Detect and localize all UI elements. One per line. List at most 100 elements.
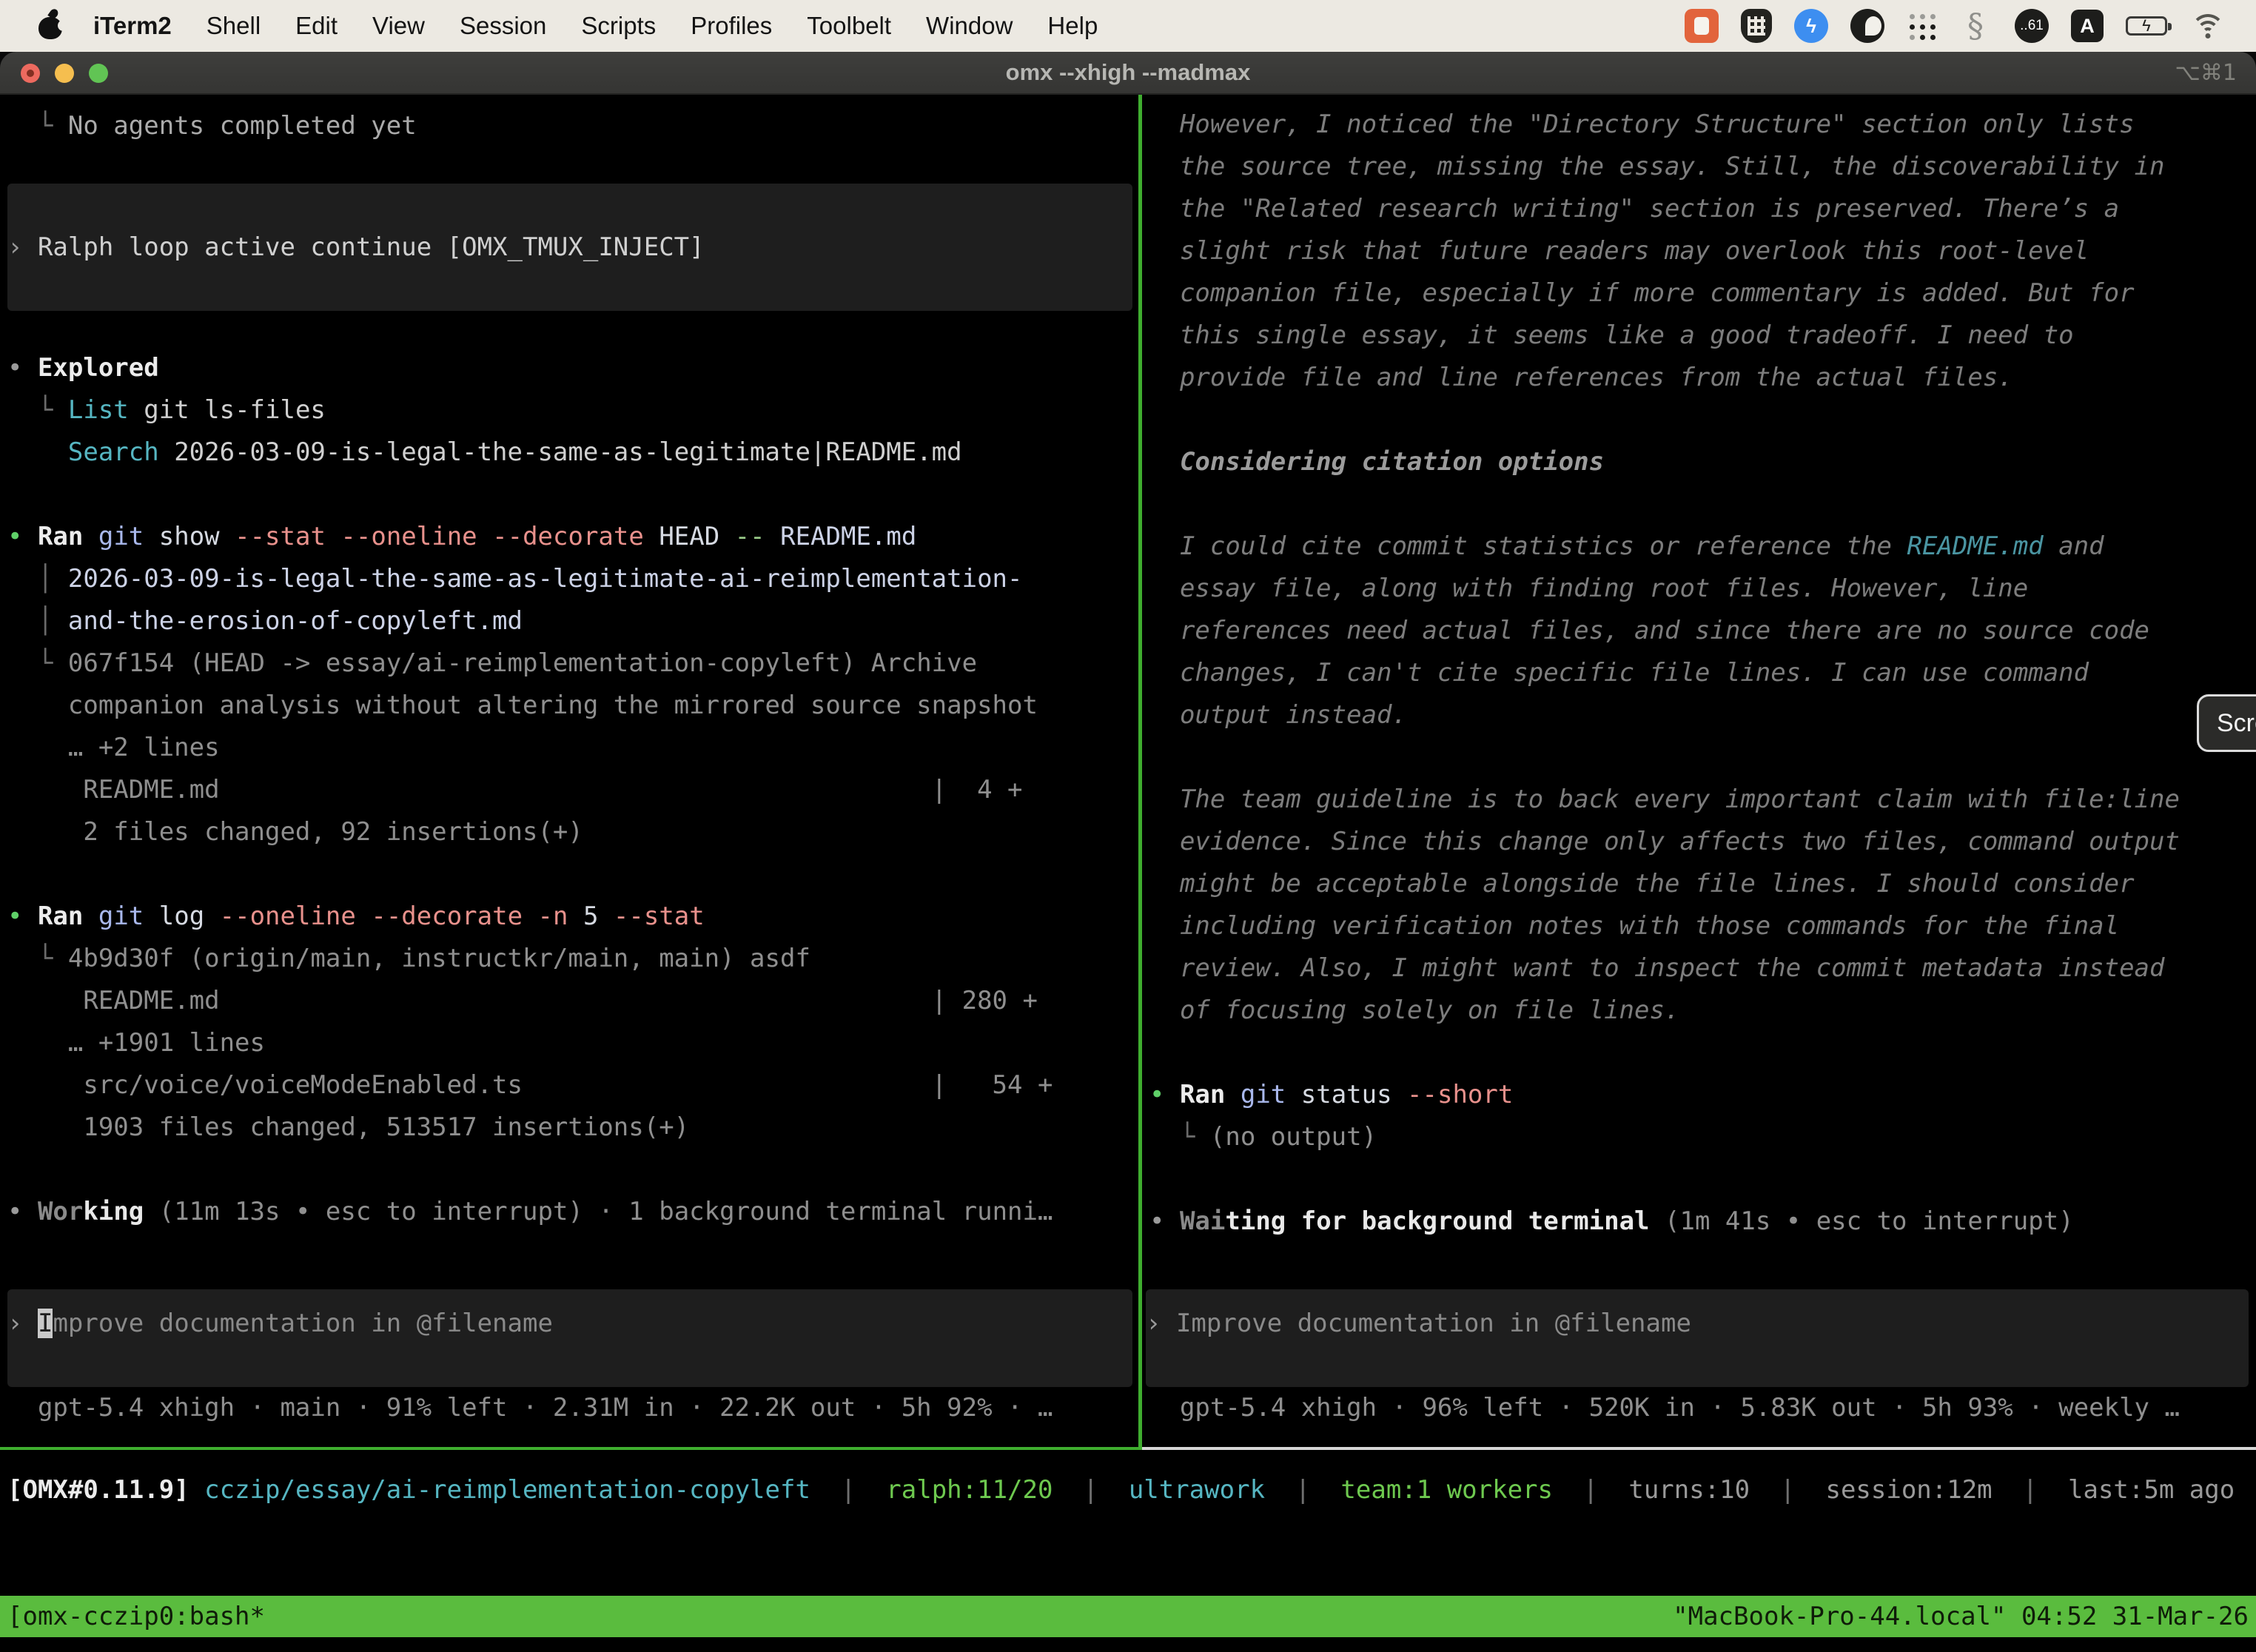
text-segment: └ xyxy=(7,648,68,678)
omx-status-line: [OMX#0.11.9] cczip/essay/ai-reimplementa… xyxy=(7,1469,2235,1511)
terminal-line: The team guideline is to back every impo… xyxy=(1149,779,2180,821)
squiggle-icon[interactable]: § xyxy=(1958,9,1993,43)
right-prompt-input[interactable]: › Improve documentation in @filename xyxy=(1146,1289,2249,1387)
text-segment: • xyxy=(1149,1080,1180,1109)
text-segment: • xyxy=(7,353,38,383)
terminal-line: However, I noticed the "Directory Struct… xyxy=(1149,104,2180,146)
terminal-line: output instead. xyxy=(1149,694,2180,736)
text-segment: git xyxy=(98,522,144,551)
screenshare-icon[interactable] xyxy=(1685,9,1719,43)
screen-overlay-button[interactable]: Scre xyxy=(2197,694,2256,752)
minimize-button[interactable] xyxy=(55,64,74,83)
ralph-loop-box: › Ralph loop active continue [OMX_TMUX_I… xyxy=(7,184,1132,311)
text-segment: provide file and line references from th… xyxy=(1149,363,2013,392)
tmux-status-bar: [omx-cczip0:bash* "MacBook-Pro-44.local"… xyxy=(0,1596,2256,1637)
text-segment: output instead. xyxy=(1149,700,1407,730)
text-segment: session:12m xyxy=(1825,1475,1992,1505)
left-terminal-log: • Explored └ List git ls-files Search 20… xyxy=(7,347,1053,1233)
text-segment: ting for background terminal xyxy=(1225,1206,1649,1236)
left-prompt-input[interactable]: › Improve documentation in @filename xyxy=(7,1289,1132,1387)
terminal-line: • Ran git status --short xyxy=(1149,1074,2180,1116)
menu-item-scripts[interactable]: Scripts xyxy=(581,12,656,40)
apple-menu-icon[interactable] xyxy=(38,10,64,42)
menu-item-window[interactable]: Window xyxy=(926,12,1013,40)
crescent-icon[interactable] xyxy=(1850,9,1884,43)
tmux-pane-left[interactable]: └ No agents completed yet › Ralph loop a… xyxy=(0,95,1138,1447)
wifi-icon[interactable] xyxy=(2189,11,2226,41)
blue-badge-icon[interactable]: ϟ xyxy=(1794,9,1828,43)
pane-divider[interactable] xyxy=(1138,95,1142,1450)
text-segment: | xyxy=(1265,1475,1340,1505)
text-segment: Considering citation options xyxy=(1149,447,1604,477)
text-segment: • xyxy=(7,1197,38,1226)
text-segment: gpt-5.4 xhigh · 96% left · 520K in · 5.8… xyxy=(1149,1393,2180,1423)
menu-item-edit[interactable]: Edit xyxy=(295,12,338,40)
text-segment: slight risk that future readers may over… xyxy=(1149,236,2089,266)
menu-item-shell[interactable]: Shell xyxy=(207,12,261,40)
text-segment: | xyxy=(810,1475,886,1505)
text-segment: mprove documentation in @filename xyxy=(53,1309,553,1338)
text-segment: evidence. Since this change only affects… xyxy=(1149,827,2180,856)
terminal-line: of focusing solely on file lines. xyxy=(1149,990,2180,1032)
text-segment: … +2 lines xyxy=(7,733,220,762)
terminal-line: provide file and line references from th… xyxy=(1149,357,2180,399)
menu-item-view[interactable]: View xyxy=(372,12,425,40)
zoom-button[interactable] xyxy=(89,64,108,83)
terminal-line: Search 2026-03-09-is-legal-the-same-as-l… xyxy=(7,432,1053,474)
status-badge-61-icon[interactable]: ..61 xyxy=(2015,9,2049,43)
text-segment xyxy=(189,1475,204,1505)
text-segment: › xyxy=(1146,1309,1176,1338)
inactive-pane-border xyxy=(1142,1447,2256,1450)
text-segment: List xyxy=(68,395,129,425)
dots-grid-icon[interactable] xyxy=(1907,11,1936,41)
close-button[interactable] xyxy=(21,64,40,83)
text-segment: 2026-03-09-is-legal-the-same-as-legitima… xyxy=(159,437,962,467)
left-prompt-text: › Improve documentation in @filename xyxy=(7,1303,1132,1345)
text-segment: Explored xyxy=(38,353,159,383)
menu-item-iterm2[interactable]: iTerm2 xyxy=(93,12,172,40)
text-segment: • xyxy=(7,901,38,931)
tmux-session-name[interactable]: [omx-cczip0:bash* xyxy=(7,1602,265,1631)
tmux-host-clock: "MacBook-Pro-44.local" 04:52 31-Mar-26 xyxy=(1673,1602,2249,1631)
text-segment: --oneline xyxy=(340,522,477,551)
text-segment: status xyxy=(1286,1080,1407,1109)
terminal-line: • Explored xyxy=(7,347,1053,389)
terminal-line: • Ran git log --oneline --decorate -n 5 … xyxy=(7,896,1053,938)
right-model-status-line: gpt-5.4 xhigh · 96% left · 520K in · 5.8… xyxy=(1149,1387,2180,1429)
terminal-line: … +2 lines xyxy=(7,727,1053,769)
text-segment: README.md | 4 + xyxy=(7,775,1022,805)
terminal-line: 1903 files changed, 513517 insertions(+) xyxy=(7,1107,1053,1149)
tmux-pane-right[interactable]: However, I noticed the "Directory Struct… xyxy=(1142,95,2256,1447)
iterm2-window: omx --xhigh --madmax ⌥⌘1 └ No agents com… xyxy=(0,52,2256,1652)
text-segment: gpt-5.4 xhigh · main · 91% left · 2.31M … xyxy=(7,1393,1053,1423)
text-segment: companion analysis without altering the … xyxy=(7,691,1038,720)
text-segment: --oneline xyxy=(220,901,356,931)
text-segment: last:5m ago xyxy=(2068,1475,2235,1505)
text-segment: and xyxy=(2044,531,2104,561)
terminal-line: • Ran git show --stat --oneline --decora… xyxy=(7,516,1053,558)
menu-item-toolbelt[interactable]: Toolbelt xyxy=(807,12,891,40)
text-segment: king xyxy=(83,1197,144,1226)
text-segment: git xyxy=(98,901,144,931)
menu-item-session[interactable]: Session xyxy=(460,12,546,40)
text-segment: • xyxy=(1149,1206,1180,1236)
text-segment: └ xyxy=(7,395,68,425)
text-segment: No agents completed yet xyxy=(68,111,417,141)
battery-icon[interactable]: ϟ xyxy=(2126,16,2167,36)
terminal-line: the source tree, missing the essay. Stil… xyxy=(1149,146,2180,188)
ralph-loop-line: › Ralph loop active continue [OMX_TMUX_I… xyxy=(7,226,705,269)
text-segment: (no output) xyxy=(1210,1122,1377,1152)
menu-item-profiles[interactable]: Profiles xyxy=(691,12,772,40)
text-segment: Ralph loop active continue [OMX_TMUX_INJ… xyxy=(38,232,705,262)
menu-items: iTerm2 Shell Edit View Session Scripts Profile… xyxy=(93,12,1132,40)
terminal-line: README.md | 4 + xyxy=(7,769,1053,811)
keyboard-a-icon[interactable]: A xyxy=(2071,10,2104,42)
shield-grid-icon[interactable] xyxy=(1741,9,1772,43)
menu-item-help[interactable]: Help xyxy=(1047,12,1098,40)
text-segment: I xyxy=(38,1309,53,1338)
terminal-line xyxy=(7,474,1053,516)
text-segment xyxy=(1225,1080,1240,1109)
terminal-line: companion file, especially if more comme… xyxy=(1149,272,2180,315)
text-segment: │ xyxy=(7,564,68,594)
text-segment: and-the-erosion-of-copyleft.md xyxy=(68,606,523,636)
